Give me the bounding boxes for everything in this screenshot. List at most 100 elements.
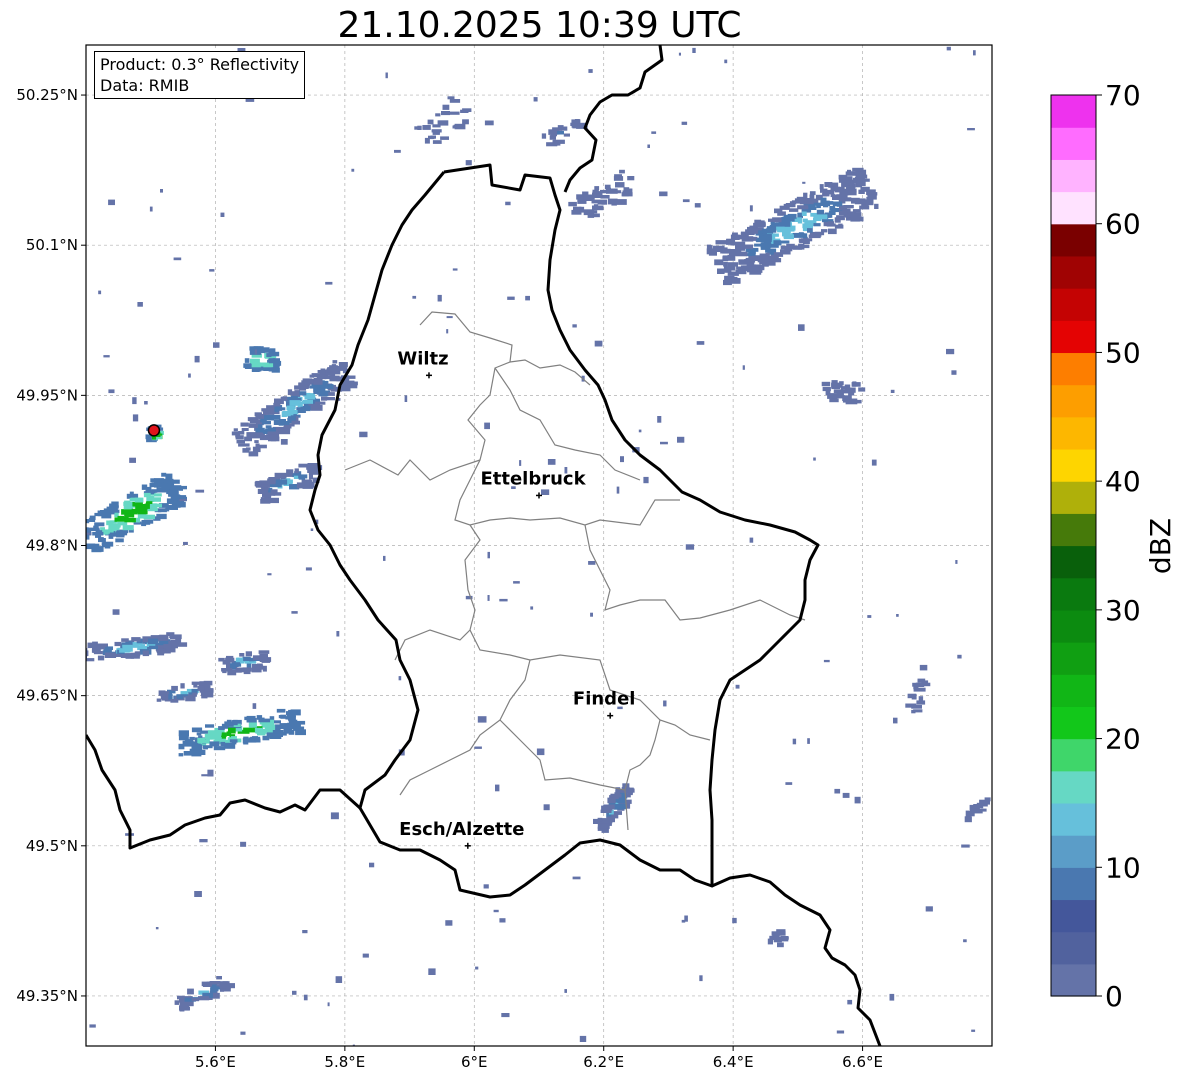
echo-speckle [477,716,487,723]
echo-cell [838,197,845,202]
echo-cell [257,729,266,736]
city-label: Esch/Alzette [399,819,524,840]
echo-cell [231,431,239,436]
echo-cell [723,268,732,273]
colorbar-segment [1051,706,1096,740]
echo-cell [594,186,600,191]
colorbar-segment [1051,352,1096,386]
echo-speckle [505,201,511,206]
y-tick-label: 49.65°N [16,687,78,705]
echo-cell [735,269,742,274]
echo-cell [246,718,257,723]
colorbar-segment [1051,384,1096,418]
echo-cell [574,119,580,124]
echo-cell [280,396,288,401]
echo-speckle [813,457,816,461]
echo-cell [263,367,272,371]
echo-speckle [963,939,967,943]
echo-speckle [359,431,368,438]
echo-speckle [194,891,202,897]
echo-speckle [842,792,850,798]
echo-cell [154,493,162,497]
echo-cell [170,504,178,510]
echo-cell [289,485,297,489]
echo-cell [422,125,431,130]
echo-cell [845,176,853,181]
x-tick-label: 5.6°E [195,1053,236,1071]
echo-speckle [951,370,957,375]
colorbar-segment [1051,642,1096,675]
colorbar-segment [1051,931,1096,965]
echo-cell [615,790,620,795]
echo-cell [905,703,917,708]
echo-speckle [871,459,877,466]
echo-speckle [663,700,667,707]
echo-cell [104,652,117,658]
echo-speckle [412,295,417,299]
echo-cell [184,739,194,743]
echo-cell [194,744,203,750]
echo-cell [273,419,281,425]
echo-cell [619,169,625,174]
echo-cell [761,263,769,267]
echo-cell [191,998,200,1002]
echo-speckle [638,429,642,433]
echo-cell [801,211,807,216]
radar-map[interactable]: 5.6°E 5.8°E 6°E 6.2°E 6.4°E 6.6°E 49.35°N 49.5°… [0,0,1184,1081]
echo-cell [313,379,323,385]
echo-speckle [495,784,500,792]
echo-cell [789,208,799,212]
echo-speckle [179,498,187,502]
echo-cell [842,189,849,196]
echo-cell [249,419,258,423]
echo-cell [132,502,143,507]
echo-cell [291,420,300,425]
echo-cell [911,694,917,700]
colorbar-tick-label: 60 [1105,208,1141,241]
echo-speckle [607,797,616,804]
x-tick-label: 6°E [461,1053,488,1071]
echo-cell [108,533,114,539]
echo-cell [850,215,860,222]
echo-speckle [194,355,200,363]
echo-speckle [681,919,686,923]
echo-speckle [487,551,490,559]
echo-speckle [659,191,668,197]
echo-cell [627,176,635,181]
echo-speckle [465,160,472,166]
echo-cell [252,655,261,661]
echo-speckle [657,416,662,423]
colorbar-segment [1051,899,1096,933]
colorbar-segment [1051,770,1096,804]
echo-cell [708,251,717,256]
echo-cell [197,737,205,744]
echo-speckle [499,598,508,602]
echo-speckle [681,121,688,125]
echo-cell [149,645,158,650]
echo-cell [211,987,217,992]
echo-cell [142,650,150,657]
echo-cell [324,397,335,401]
echo-cell [268,414,281,420]
echo-cell [798,232,804,236]
echo-speckle [547,459,556,465]
echo-cell [309,374,315,378]
echo-cell [304,394,316,400]
echo-speckle [785,782,793,785]
echo-speckle [240,1031,246,1035]
echo-cell [192,692,197,697]
echo-cell [122,509,133,514]
echo-cell [258,718,271,723]
echo-cell [218,726,225,730]
echo-cell [304,405,311,412]
echo-speckle [325,281,333,285]
echo-speckle [685,544,695,550]
y-tick-label: 49.5°N [26,837,78,855]
echo-speckle [330,812,339,820]
echo-speckle [867,615,872,618]
echo-speckle [254,349,257,355]
echo-speckle [336,631,340,637]
echo-speckle [838,223,843,228]
echo-speckle [305,567,312,571]
echo-speckle [525,295,530,301]
